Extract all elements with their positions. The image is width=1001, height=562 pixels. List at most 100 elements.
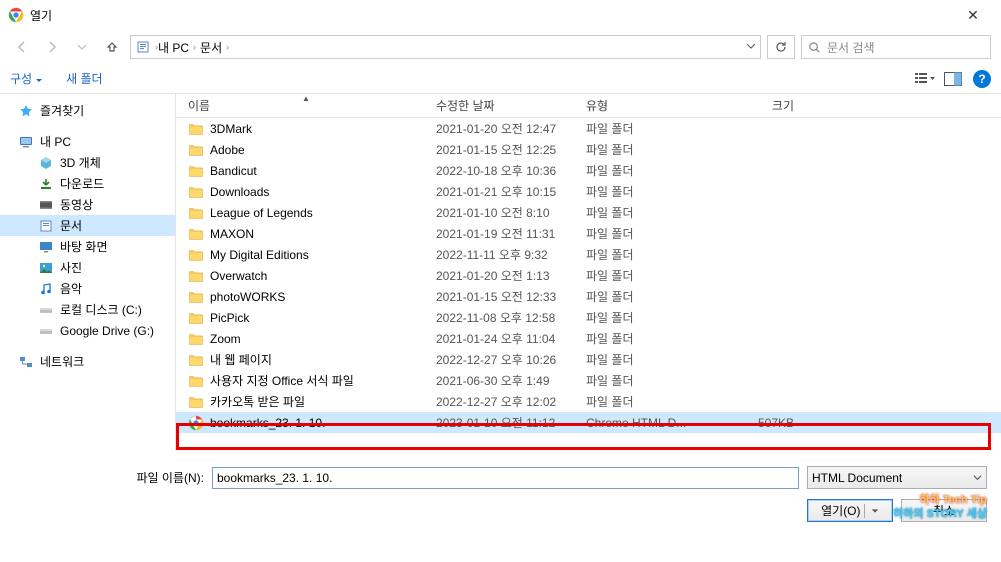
file-row[interactable]: Overwatch2021-01-20 오전 1:13파일 폴더 (176, 265, 1001, 286)
file-row[interactable]: Bandicut2022-10-18 오후 10:36파일 폴더 (176, 160, 1001, 181)
col-date[interactable]: 수정한 날짜 (436, 97, 586, 114)
star-icon (18, 103, 34, 119)
refresh-button[interactable] (767, 35, 795, 59)
organize-button[interactable]: 구성 (10, 70, 42, 87)
col-size[interactable]: 크기 (716, 97, 806, 114)
tree-downloads[interactable]: 다운로드 (0, 173, 175, 194)
file-type: 파일 폴더 (586, 183, 716, 200)
up-button[interactable] (100, 35, 124, 59)
file-row[interactable]: 카카오톡 받은 파일2022-12-27 오후 12:02파일 폴더 (176, 391, 1001, 412)
file-row[interactable]: PicPick2022-11-08 오후 12:58파일 폴더 (176, 307, 1001, 328)
folder-icon (188, 142, 204, 158)
file-name: Zoom (210, 332, 241, 346)
file-row[interactable]: photoWORKS 2021-01-15 오전 12:33파일 폴더 (176, 286, 1001, 307)
pictures-icon (38, 260, 54, 276)
folder-icon (188, 184, 204, 200)
back-button[interactable] (10, 35, 34, 59)
folder-icon (188, 121, 204, 137)
music-icon (38, 281, 54, 297)
filetype-select[interactable]: HTML Document (807, 466, 987, 489)
documents-location-icon (135, 39, 151, 55)
tree-documents[interactable]: 문서 (0, 215, 175, 236)
file-name: PicPick (210, 311, 249, 325)
file-type: 파일 폴더 (586, 162, 716, 179)
file-date: 2021-01-24 오후 11:04 (436, 330, 586, 347)
tree-network[interactable]: 네트워크 (0, 351, 175, 372)
breadcrumb-pc[interactable]: 내 PC› (158, 39, 196, 56)
file-name: 내 웹 페이지 (210, 351, 272, 368)
file-row[interactable]: 사용자 지정 Office 서식 파일2021-06-30 오후 1:49파일 … (176, 370, 1001, 391)
download-icon (38, 176, 54, 192)
file-type: 파일 폴더 (586, 372, 716, 389)
file-type: 파일 폴더 (586, 393, 716, 410)
tree-this-pc[interactable]: 내 PC (0, 131, 175, 152)
desktop-icon (38, 239, 54, 255)
preview-pane-button[interactable] (939, 68, 967, 90)
file-row[interactable]: League of Legends2021-01-10 오전 8:10파일 폴더 (176, 202, 1001, 223)
bottom-panel: 파일 이름(N): HTML Document 하하 Tech Tip 하하의 … (0, 450, 1001, 530)
tree-music[interactable]: 음악 (0, 278, 175, 299)
tree-quick-access[interactable]: 즐겨찾기 (0, 100, 175, 121)
file-type: 파일 폴더 (586, 267, 716, 284)
new-folder-button[interactable]: 새 폴더 (66, 70, 102, 87)
view-options-button[interactable] (911, 68, 939, 90)
folder-icon (188, 373, 204, 389)
breadcrumb: 내 PC› 문서› (158, 39, 746, 56)
documents-icon (38, 218, 54, 234)
tree-videos[interactable]: 동영상 (0, 194, 175, 215)
tree-desktop[interactable]: 바탕 화면 (0, 236, 175, 257)
file-name: Adobe (210, 143, 245, 157)
tree-local-disk[interactable]: 로컬 디스크 (C:) (0, 299, 175, 320)
address-dropdown[interactable] (746, 40, 756, 54)
file-row[interactable]: bookmarks_23. 1. 10.2023-01-10 오전 11:12C… (176, 412, 1001, 433)
file-type: 파일 폴더 (586, 120, 716, 137)
forward-button[interactable] (40, 35, 64, 59)
open-button[interactable]: 열기(O) (807, 499, 893, 522)
file-type: 파일 폴더 (586, 351, 716, 368)
tree-3d-objects[interactable]: 3D 개체 (0, 152, 175, 173)
breadcrumb-documents[interactable]: 문서› (200, 39, 229, 56)
close-button[interactable]: ✕ (953, 7, 993, 24)
file-name: MAXON (210, 227, 254, 241)
file-row[interactable]: Zoom2021-01-24 오후 11:04파일 폴더 (176, 328, 1001, 349)
file-row[interactable]: Adobe2021-01-15 오전 12:25파일 폴더 (176, 139, 1001, 160)
file-type: 파일 폴더 (586, 288, 716, 305)
file-date: 2021-01-20 오전 1:13 (436, 267, 586, 284)
file-name: 카카오톡 받은 파일 (210, 393, 305, 410)
file-date: 2023-01-10 오전 11:12 (436, 414, 586, 431)
file-size: 507KB (716, 416, 806, 430)
file-row[interactable]: 내 웹 페이지 2022-12-27 오후 10:26파일 폴더 (176, 349, 1001, 370)
sort-asc-icon: ▲ (302, 94, 310, 103)
file-date: 2022-10-18 오후 10:36 (436, 162, 586, 179)
file-date: 2021-01-19 오전 11:31 (436, 225, 586, 242)
file-date: 2021-06-30 오후 1:49 (436, 372, 586, 389)
tree-google-drive[interactable]: Google Drive (G:) (0, 320, 175, 341)
col-name[interactable]: ▲이름 (176, 97, 436, 114)
file-row[interactable]: MAXON2021-01-19 오전 11:31파일 폴더 (176, 223, 1001, 244)
tree-pictures[interactable]: 사진 (0, 257, 175, 278)
file-row[interactable]: Downloads2021-01-21 오후 10:15파일 폴더 (176, 181, 1001, 202)
file-date: 2021-01-15 오전 12:33 (436, 288, 586, 305)
file-row[interactable]: 3DMark2021-01-20 오전 12:47파일 폴더 (176, 118, 1001, 139)
column-headers: ▲이름 수정한 날짜 유형 크기 (176, 94, 1001, 118)
file-name: photoWORKS (210, 290, 285, 304)
recent-dropdown[interactable] (70, 35, 94, 59)
col-type[interactable]: 유형 (586, 97, 716, 114)
chevron-down-icon (973, 471, 982, 485)
filename-input[interactable] (212, 467, 799, 489)
folder-icon (188, 163, 204, 179)
file-type: 파일 폴더 (586, 141, 716, 158)
search-placeholder: 문서 검색 (827, 39, 875, 56)
cancel-button[interactable]: 취소 (901, 499, 987, 522)
address-bar[interactable]: › 내 PC› 문서› (130, 35, 761, 59)
folder-icon (188, 352, 204, 368)
file-date: 2022-11-08 오후 12:58 (436, 309, 586, 326)
file-name: bookmarks_23. 1. 10. (210, 416, 325, 430)
file-list: ▲이름 수정한 날짜 유형 크기 3DMark2021-01-20 오전 12:… (176, 94, 1001, 450)
video-icon (38, 197, 54, 213)
folder-icon (188, 394, 204, 410)
file-date: 2022-12-27 오후 10:26 (436, 351, 586, 368)
search-input[interactable]: 문서 검색 (801, 35, 991, 59)
file-row[interactable]: My Digital Editions2022-11-11 오후 9:32파일 … (176, 244, 1001, 265)
help-button[interactable]: ? (973, 70, 991, 88)
